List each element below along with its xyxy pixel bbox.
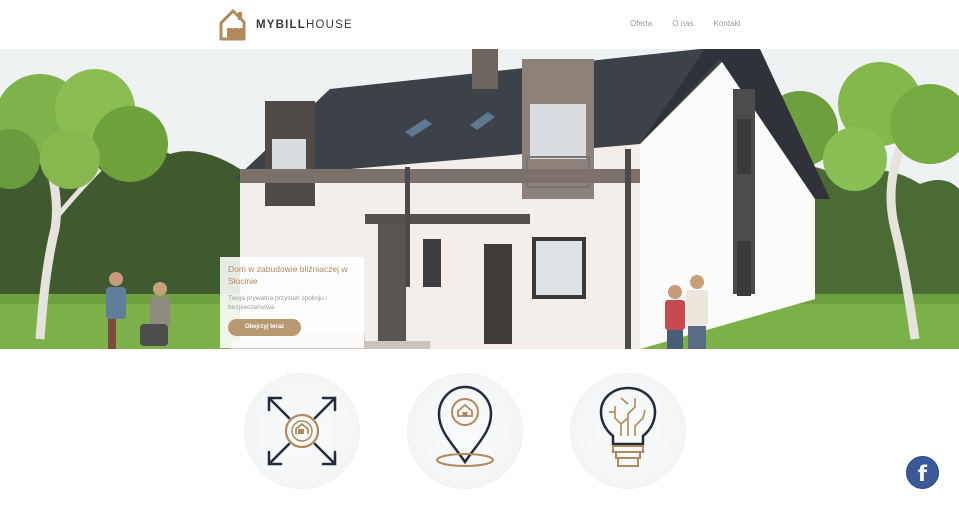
hero-card-title: Dom w zabudowie bliźniaczej w Słocinie [228, 264, 348, 286]
hero-house-image [0, 49, 959, 349]
site-header: MYBILLHOUSE Oferta O nas Kontakt [0, 0, 959, 49]
watch-now-button[interactable]: Obejrzyj teraz [228, 319, 301, 336]
feature-idea[interactable] [571, 374, 685, 488]
expand-arrows-house-icon [267, 396, 337, 466]
facebook-button[interactable]: f [906, 456, 939, 489]
nav-item-kontakt[interactable]: Kontakt [714, 19, 741, 28]
brand-logo[interactable]: MYBILLHOUSE [218, 8, 353, 42]
lightbulb-circuit-icon [599, 386, 657, 467]
feature-expand[interactable] [245, 374, 359, 488]
nav-item-oferta[interactable]: Oferta [630, 19, 652, 28]
hero-card-subtitle: Twoja prywatna przystań spokoju i bezpie… [228, 295, 327, 311]
features-section [0, 349, 959, 509]
hero-offer-card: Dom w zabudowie bliźniaczej w Słocinie T… [220, 257, 364, 348]
main-nav: Oferta O nas Kontakt [630, 19, 761, 28]
house-logo-icon [219, 9, 246, 41]
hero-banner: Dom w zabudowie bliźniaczej w Słocinie T… [0, 49, 959, 349]
facebook-icon: f [917, 462, 928, 486]
feature-location[interactable] [408, 374, 522, 488]
nav-item-o-nas[interactable]: O nas [672, 19, 693, 28]
brand-name: MYBILLHOUSE [256, 19, 353, 31]
location-pin-house-icon [436, 385, 494, 467]
